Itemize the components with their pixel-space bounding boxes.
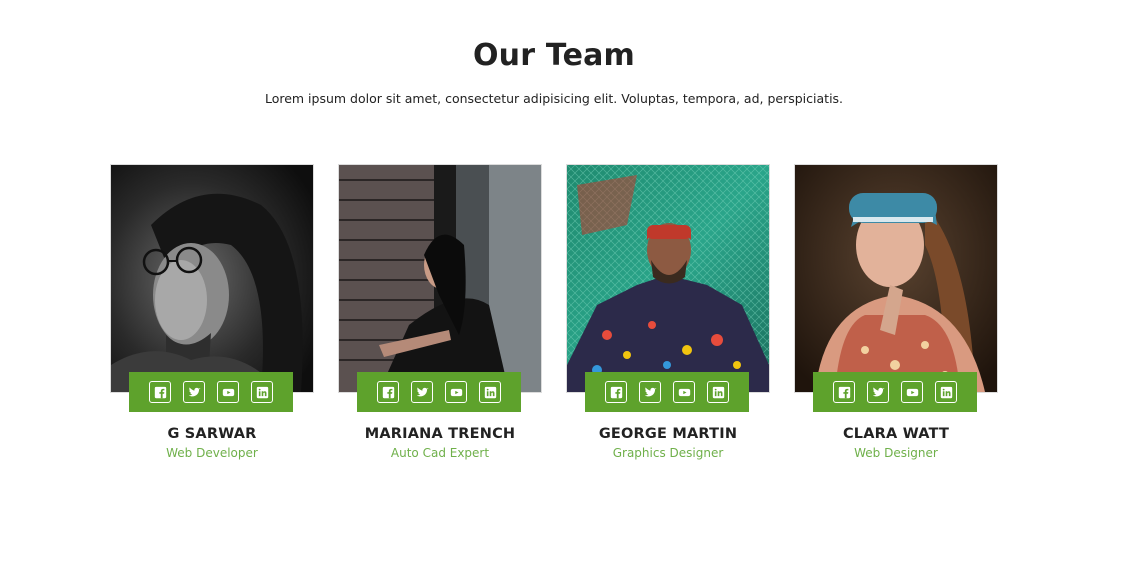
twitter-icon xyxy=(416,387,428,396)
twitter-button[interactable] xyxy=(183,381,205,403)
social-bar xyxy=(813,372,977,412)
team-card: CLARA WATT Web Designer xyxy=(794,164,998,460)
member-photo-image xyxy=(111,165,313,392)
facebook-button[interactable] xyxy=(605,381,627,403)
linkedin-icon xyxy=(484,386,496,398)
youtube-icon xyxy=(906,388,918,396)
facebook-icon xyxy=(154,386,166,398)
member-photo xyxy=(794,164,998,393)
member-name: GEORGE MARTIN xyxy=(598,426,738,442)
member-photo xyxy=(338,164,542,393)
member-photo xyxy=(566,164,770,393)
team-card: GEORGE MARTIN Graphics Designer xyxy=(566,164,770,460)
section-subtitle: Lorem ipsum dolor sit amet, consectetur … xyxy=(264,91,844,106)
linkedin-button[interactable] xyxy=(479,381,501,403)
member-photo-image xyxy=(567,165,769,392)
youtube-button[interactable] xyxy=(217,381,239,403)
linkedin-icon xyxy=(940,386,952,398)
social-bar xyxy=(357,372,521,412)
twitter-button[interactable] xyxy=(411,381,433,403)
team-card: MARIANA TRENCH Auto Cad Expert xyxy=(338,164,542,460)
youtube-icon xyxy=(450,388,462,396)
member-role: Auto Cad Expert xyxy=(390,446,490,460)
member-photo-image xyxy=(795,165,997,392)
linkedin-button[interactable] xyxy=(707,381,729,403)
member-photo-image xyxy=(339,165,541,392)
member-name: G SARWAR xyxy=(167,426,257,442)
team-card: G SARWAR Web Developer xyxy=(110,164,314,460)
youtube-button[interactable] xyxy=(445,381,467,403)
facebook-icon xyxy=(610,386,622,398)
facebook-button[interactable] xyxy=(149,381,171,403)
member-role: Web Designer xyxy=(854,446,938,460)
social-bar xyxy=(585,372,749,412)
youtube-icon xyxy=(678,388,690,396)
youtube-icon xyxy=(222,388,234,396)
linkedin-icon xyxy=(712,386,724,398)
member-role: Web Developer xyxy=(166,446,258,460)
twitter-button[interactable] xyxy=(639,381,661,403)
facebook-icon xyxy=(382,386,394,398)
facebook-button[interactable] xyxy=(833,381,855,403)
youtube-button[interactable] xyxy=(901,381,923,403)
twitter-button[interactable] xyxy=(867,381,889,403)
twitter-icon xyxy=(188,387,200,396)
section-title: Our Team xyxy=(472,38,636,73)
member-name: CLARA WATT xyxy=(842,426,950,442)
youtube-button[interactable] xyxy=(673,381,695,403)
facebook-icon xyxy=(838,386,850,398)
team-section: Our Team Lorem ipsum dolor sit amet, con… xyxy=(0,0,1140,561)
twitter-icon xyxy=(644,387,656,396)
linkedin-button[interactable] xyxy=(935,381,957,403)
facebook-button[interactable] xyxy=(377,381,399,403)
member-role: Graphics Designer xyxy=(612,446,724,460)
linkedin-icon xyxy=(256,386,268,398)
member-photo xyxy=(110,164,314,393)
social-bar xyxy=(129,372,293,412)
member-name: MARIANA TRENCH xyxy=(364,426,516,442)
twitter-icon xyxy=(872,387,884,396)
linkedin-button[interactable] xyxy=(251,381,273,403)
